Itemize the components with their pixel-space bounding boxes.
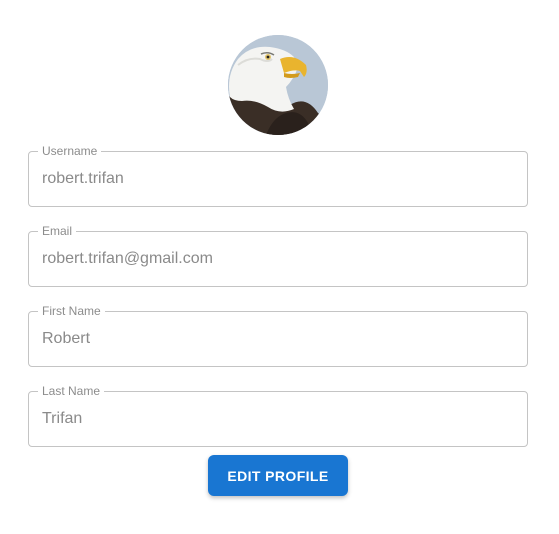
- eagle-avatar-image: [228, 35, 328, 135]
- username-field[interactable]: Username: [28, 144, 528, 207]
- edit-profile-button[interactable]: EDIT PROFILE: [208, 455, 348, 496]
- email-field[interactable]: Email: [28, 224, 528, 287]
- profile-avatar: [228, 35, 328, 135]
- last-name-input[interactable]: [42, 392, 512, 446]
- username-input[interactable]: [42, 152, 512, 206]
- email-input[interactable]: [42, 232, 512, 286]
- last-name-field[interactable]: Last Name: [28, 384, 528, 447]
- first-name-input[interactable]: [42, 312, 512, 366]
- first-name-field[interactable]: First Name: [28, 304, 528, 367]
